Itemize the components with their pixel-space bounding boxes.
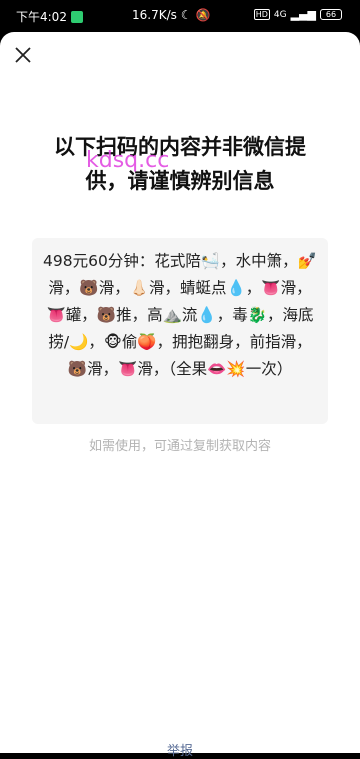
hd-icon: HD — [253, 9, 270, 20]
close-icon — [15, 47, 31, 63]
status-center: 16.7K/s ☾ 🔕 — [132, 8, 211, 22]
battery-icon: 66 — [320, 9, 342, 20]
status-time: 下午4:02 — [16, 10, 67, 24]
signal-icon: ▂▄▆ — [290, 8, 316, 21]
status-right: HD 4G ▂▄▆ 66 — [253, 8, 342, 21]
copy-hint: 如需使用，可通过复制获取内容 — [88, 439, 271, 454]
warning-headline: 以下扫码的内容并非微信提 供，请谨慎辨别信息 — [54, 135, 306, 193]
scan-content-sheet: 以下扫码的内容并非微信提 供，请谨慎辨别信息 kdsq.cc 498元60分钟：… — [0, 32, 360, 759]
notification-icon — [70, 10, 83, 23]
close-button[interactable] — [8, 40, 38, 70]
status-bar: 下午4:02 16.7K/s ☾ 🔕 HD 4G ▂▄▆ 66 — [0, 0, 360, 32]
mute-icon: 🔕 — [195, 8, 211, 22]
status-left: 下午4:02 — [16, 8, 83, 25]
network-speed: 16.7K/s — [132, 8, 177, 22]
report-link[interactable]: 举报 — [0, 740, 360, 759]
moon-icon: ☾ — [180, 8, 192, 22]
scanned-content[interactable]: 498元60分钟：花式陪🛀，水中箫，💅滑，🐻滑，👃🏻滑，蜻蜓点💧，👅滑，👅罐，🐻… — [32, 238, 328, 424]
network-type: 4G — [273, 9, 287, 20]
